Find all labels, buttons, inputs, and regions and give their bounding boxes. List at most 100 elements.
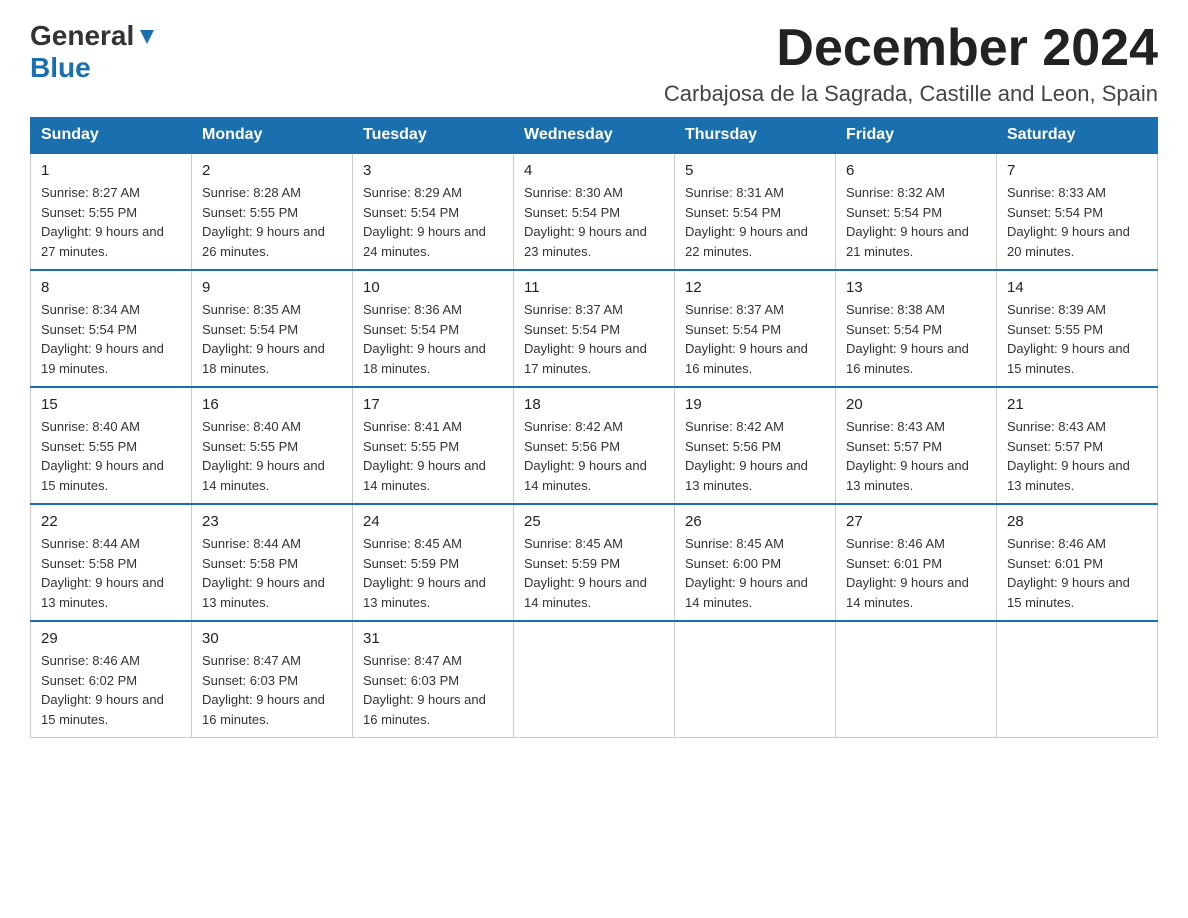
day-number-10: 10: [363, 279, 503, 296]
header-thursday: Thursday: [675, 118, 836, 154]
day-number-18: 18: [524, 396, 664, 413]
day-number-9: 9: [202, 279, 342, 296]
day-cell-13: 13Sunrise: 8:38 AMSunset: 5:54 PMDayligh…: [836, 270, 997, 387]
day-info-5: Sunrise: 8:31 AMSunset: 5:54 PMDaylight:…: [685, 183, 825, 261]
logo-blue-text: Blue: [30, 52, 91, 84]
day-cell-3: 3 Sunrise: 8:29 AMSunset: 5:54 PMDaylight…: [353, 153, 514, 270]
day-info-22: Sunrise: 8:44 AMSunset: 5:58 PMDaylight:…: [41, 534, 181, 612]
day-info-17: Sunrise: 8:41 AMSunset: 5:55 PMDaylight:…: [363, 417, 503, 495]
page-header: General Blue December 2024 Carbajosa de …: [30, 20, 1158, 107]
day-info-16: Sunrise: 8:40 AMSunset: 5:55 PMDaylight:…: [202, 417, 342, 495]
day-cell-31: 31Sunrise: 8:47 AMSunset: 6:03 PMDayligh…: [353, 621, 514, 738]
day-number-11: 11: [524, 279, 664, 296]
day-info-29: Sunrise: 8:46 AMSunset: 6:02 PMDaylight:…: [41, 651, 181, 729]
day-number-13: 13: [846, 279, 986, 296]
day-number-16: 16: [202, 396, 342, 413]
empty-cell-w4-6: [997, 621, 1158, 738]
day-cell-8: 8Sunrise: 8:34 AMSunset: 5:54 PMDaylight…: [31, 270, 192, 387]
day-number-28: 28: [1007, 513, 1147, 530]
day-number-23: 23: [202, 513, 342, 530]
header-saturday: Saturday: [997, 118, 1158, 154]
day-cell-11: 11 Sunrise: 8:37 AMSunset: 5:54 PMDayligh…: [514, 270, 675, 387]
day-info-7: Sunrise: 8:33 AMSunset: 5:54 PMDaylight:…: [1007, 183, 1147, 261]
day-cell-7: 7 Sunrise: 8:33 AMSunset: 5:54 PMDaylight…: [997, 153, 1158, 270]
day-number-20: 20: [846, 396, 986, 413]
day-number-2: 2: [202, 162, 342, 179]
header-wednesday: Wednesday: [514, 118, 675, 154]
day-cell-15: 15 Sunrise: 8:40 AMSunset: 5:55 PMDayligh…: [31, 387, 192, 504]
day-cell-10: 10Sunrise: 8:36 AMSunset: 5:54 PMDayligh…: [353, 270, 514, 387]
day-info-9: Sunrise: 8:35 AMSunset: 5:54 PMDaylight:…: [202, 300, 342, 378]
day-cell-16: 16 Sunrise: 8:40 AMSunset: 5:55 PMDayligh…: [192, 387, 353, 504]
day-number-17: 17: [363, 396, 503, 413]
day-number-31: 31: [363, 630, 503, 647]
day-cell-24: 24Sunrise: 8:45 AMSunset: 5:59 PMDayligh…: [353, 504, 514, 621]
day-info-27: Sunrise: 8:46 AMSunset: 6:01 PMDaylight:…: [846, 534, 986, 612]
day-cell-23: 23Sunrise: 8:44 AMSunset: 5:58 PMDayligh…: [192, 504, 353, 621]
logo-triangle-icon: [136, 26, 158, 48]
day-cell-22: 22 Sunrise: 8:44 AMSunset: 5:58 PMDayligh…: [31, 504, 192, 621]
day-info-20: Sunrise: 8:43 AMSunset: 5:57 PMDaylight:…: [846, 417, 986, 495]
day-number-3: 3: [363, 162, 503, 179]
empty-cell-w4-3: [514, 621, 675, 738]
day-cell-26: 26 Sunrise: 8:45 AMSunset: 6:00 PMDayligh…: [675, 504, 836, 621]
day-cell-2: 2 Sunrise: 8:28 AMSunset: 5:55 PMDaylight…: [192, 153, 353, 270]
day-cell-19: 19 Sunrise: 8:42 AMSunset: 5:56 PMDayligh…: [675, 387, 836, 504]
day-cell-29: 29 Sunrise: 8:46 AMSunset: 6:02 PMDayligh…: [31, 621, 192, 738]
day-number-25: 25: [524, 513, 664, 530]
day-info-11: Sunrise: 8:37 AMSunset: 5:54 PMDaylight:…: [524, 300, 664, 378]
day-info-18: Sunrise: 8:42 AMSunset: 5:56 PMDaylight:…: [524, 417, 664, 495]
page-subtitle: Carbajosa de la Sagrada, Castille and Le…: [664, 81, 1158, 107]
day-number-6: 6: [846, 162, 986, 179]
day-cell-1: 1Sunrise: 8:27 AMSunset: 5:55 PMDaylight…: [31, 153, 192, 270]
page-title: December 2024: [664, 20, 1158, 77]
day-info-14: Sunrise: 8:39 AMSunset: 5:55 PMDaylight:…: [1007, 300, 1147, 378]
day-cell-25: 25 Sunrise: 8:45 AMSunset: 5:59 PMDayligh…: [514, 504, 675, 621]
day-number-19: 19: [685, 396, 825, 413]
day-info-24: Sunrise: 8:45 AMSunset: 5:59 PMDaylight:…: [363, 534, 503, 612]
day-number-27: 27: [846, 513, 986, 530]
day-cell-28: 28 Sunrise: 8:46 AMSunset: 6:01 PMDayligh…: [997, 504, 1158, 621]
header-tuesday: Tuesday: [353, 118, 514, 154]
day-cell-4: 4 Sunrise: 8:30 AMSunset: 5:54 PMDaylight…: [514, 153, 675, 270]
logo-general-text: General: [30, 20, 134, 52]
day-number-7: 7: [1007, 162, 1147, 179]
day-cell-5: 5 Sunrise: 8:31 AMSunset: 5:54 PMDaylight…: [675, 153, 836, 270]
day-info-3: Sunrise: 8:29 AMSunset: 5:54 PMDaylight:…: [363, 183, 503, 261]
day-number-15: 15: [41, 396, 181, 413]
day-number-26: 26: [685, 513, 825, 530]
week-row-5: 29 Sunrise: 8:46 AMSunset: 6:02 PMDayligh…: [31, 621, 1158, 738]
day-cell-17: 17 Sunrise: 8:41 AMSunset: 5:55 PMDayligh…: [353, 387, 514, 504]
day-number-22: 22: [41, 513, 181, 530]
day-info-12: Sunrise: 8:37 AMSunset: 5:54 PMDaylight:…: [685, 300, 825, 378]
day-info-25: Sunrise: 8:45 AMSunset: 5:59 PMDaylight:…: [524, 534, 664, 612]
day-number-21: 21: [1007, 396, 1147, 413]
day-number-29: 29: [41, 630, 181, 647]
day-info-6: Sunrise: 8:32 AMSunset: 5:54 PMDaylight:…: [846, 183, 986, 261]
day-number-14: 14: [1007, 279, 1147, 296]
day-info-15: Sunrise: 8:40 AMSunset: 5:55 PMDaylight:…: [41, 417, 181, 495]
day-cell-6: 6 Sunrise: 8:32 AMSunset: 5:54 PMDaylight…: [836, 153, 997, 270]
day-number-8: 8: [41, 279, 181, 296]
day-cell-27: 27 Sunrise: 8:46 AMSunset: 6:01 PMDayligh…: [836, 504, 997, 621]
empty-cell-w4-4: [675, 621, 836, 738]
day-number-12: 12: [685, 279, 825, 296]
day-cell-21: 21Sunrise: 8:43 AMSunset: 5:57 PMDayligh…: [997, 387, 1158, 504]
day-cell-14: 14 Sunrise: 8:39 AMSunset: 5:55 PMDayligh…: [997, 270, 1158, 387]
day-number-4: 4: [524, 162, 664, 179]
day-info-28: Sunrise: 8:46 AMSunset: 6:01 PMDaylight:…: [1007, 534, 1147, 612]
day-number-1: 1: [41, 162, 181, 179]
week-row-3: 15 Sunrise: 8:40 AMSunset: 5:55 PMDayligh…: [31, 387, 1158, 504]
week-row-4: 22 Sunrise: 8:44 AMSunset: 5:58 PMDayligh…: [31, 504, 1158, 621]
header-friday: Friday: [836, 118, 997, 154]
day-number-5: 5: [685, 162, 825, 179]
empty-cell-w4-5: [836, 621, 997, 738]
day-info-4: Sunrise: 8:30 AMSunset: 5:54 PMDaylight:…: [524, 183, 664, 261]
day-info-19: Sunrise: 8:42 AMSunset: 5:56 PMDaylight:…: [685, 417, 825, 495]
day-info-26: Sunrise: 8:45 AMSunset: 6:00 PMDaylight:…: [685, 534, 825, 612]
day-info-2: Sunrise: 8:28 AMSunset: 5:55 PMDaylight:…: [202, 183, 342, 261]
day-cell-12: 12 Sunrise: 8:37 AMSunset: 5:54 PMDayligh…: [675, 270, 836, 387]
calendar-header-row: SundayMondayTuesdayWednesdayThursdayFrid…: [31, 118, 1158, 154]
day-cell-18: 18 Sunrise: 8:42 AMSunset: 5:56 PMDayligh…: [514, 387, 675, 504]
title-section: December 2024 Carbajosa de la Sagrada, C…: [664, 20, 1158, 107]
